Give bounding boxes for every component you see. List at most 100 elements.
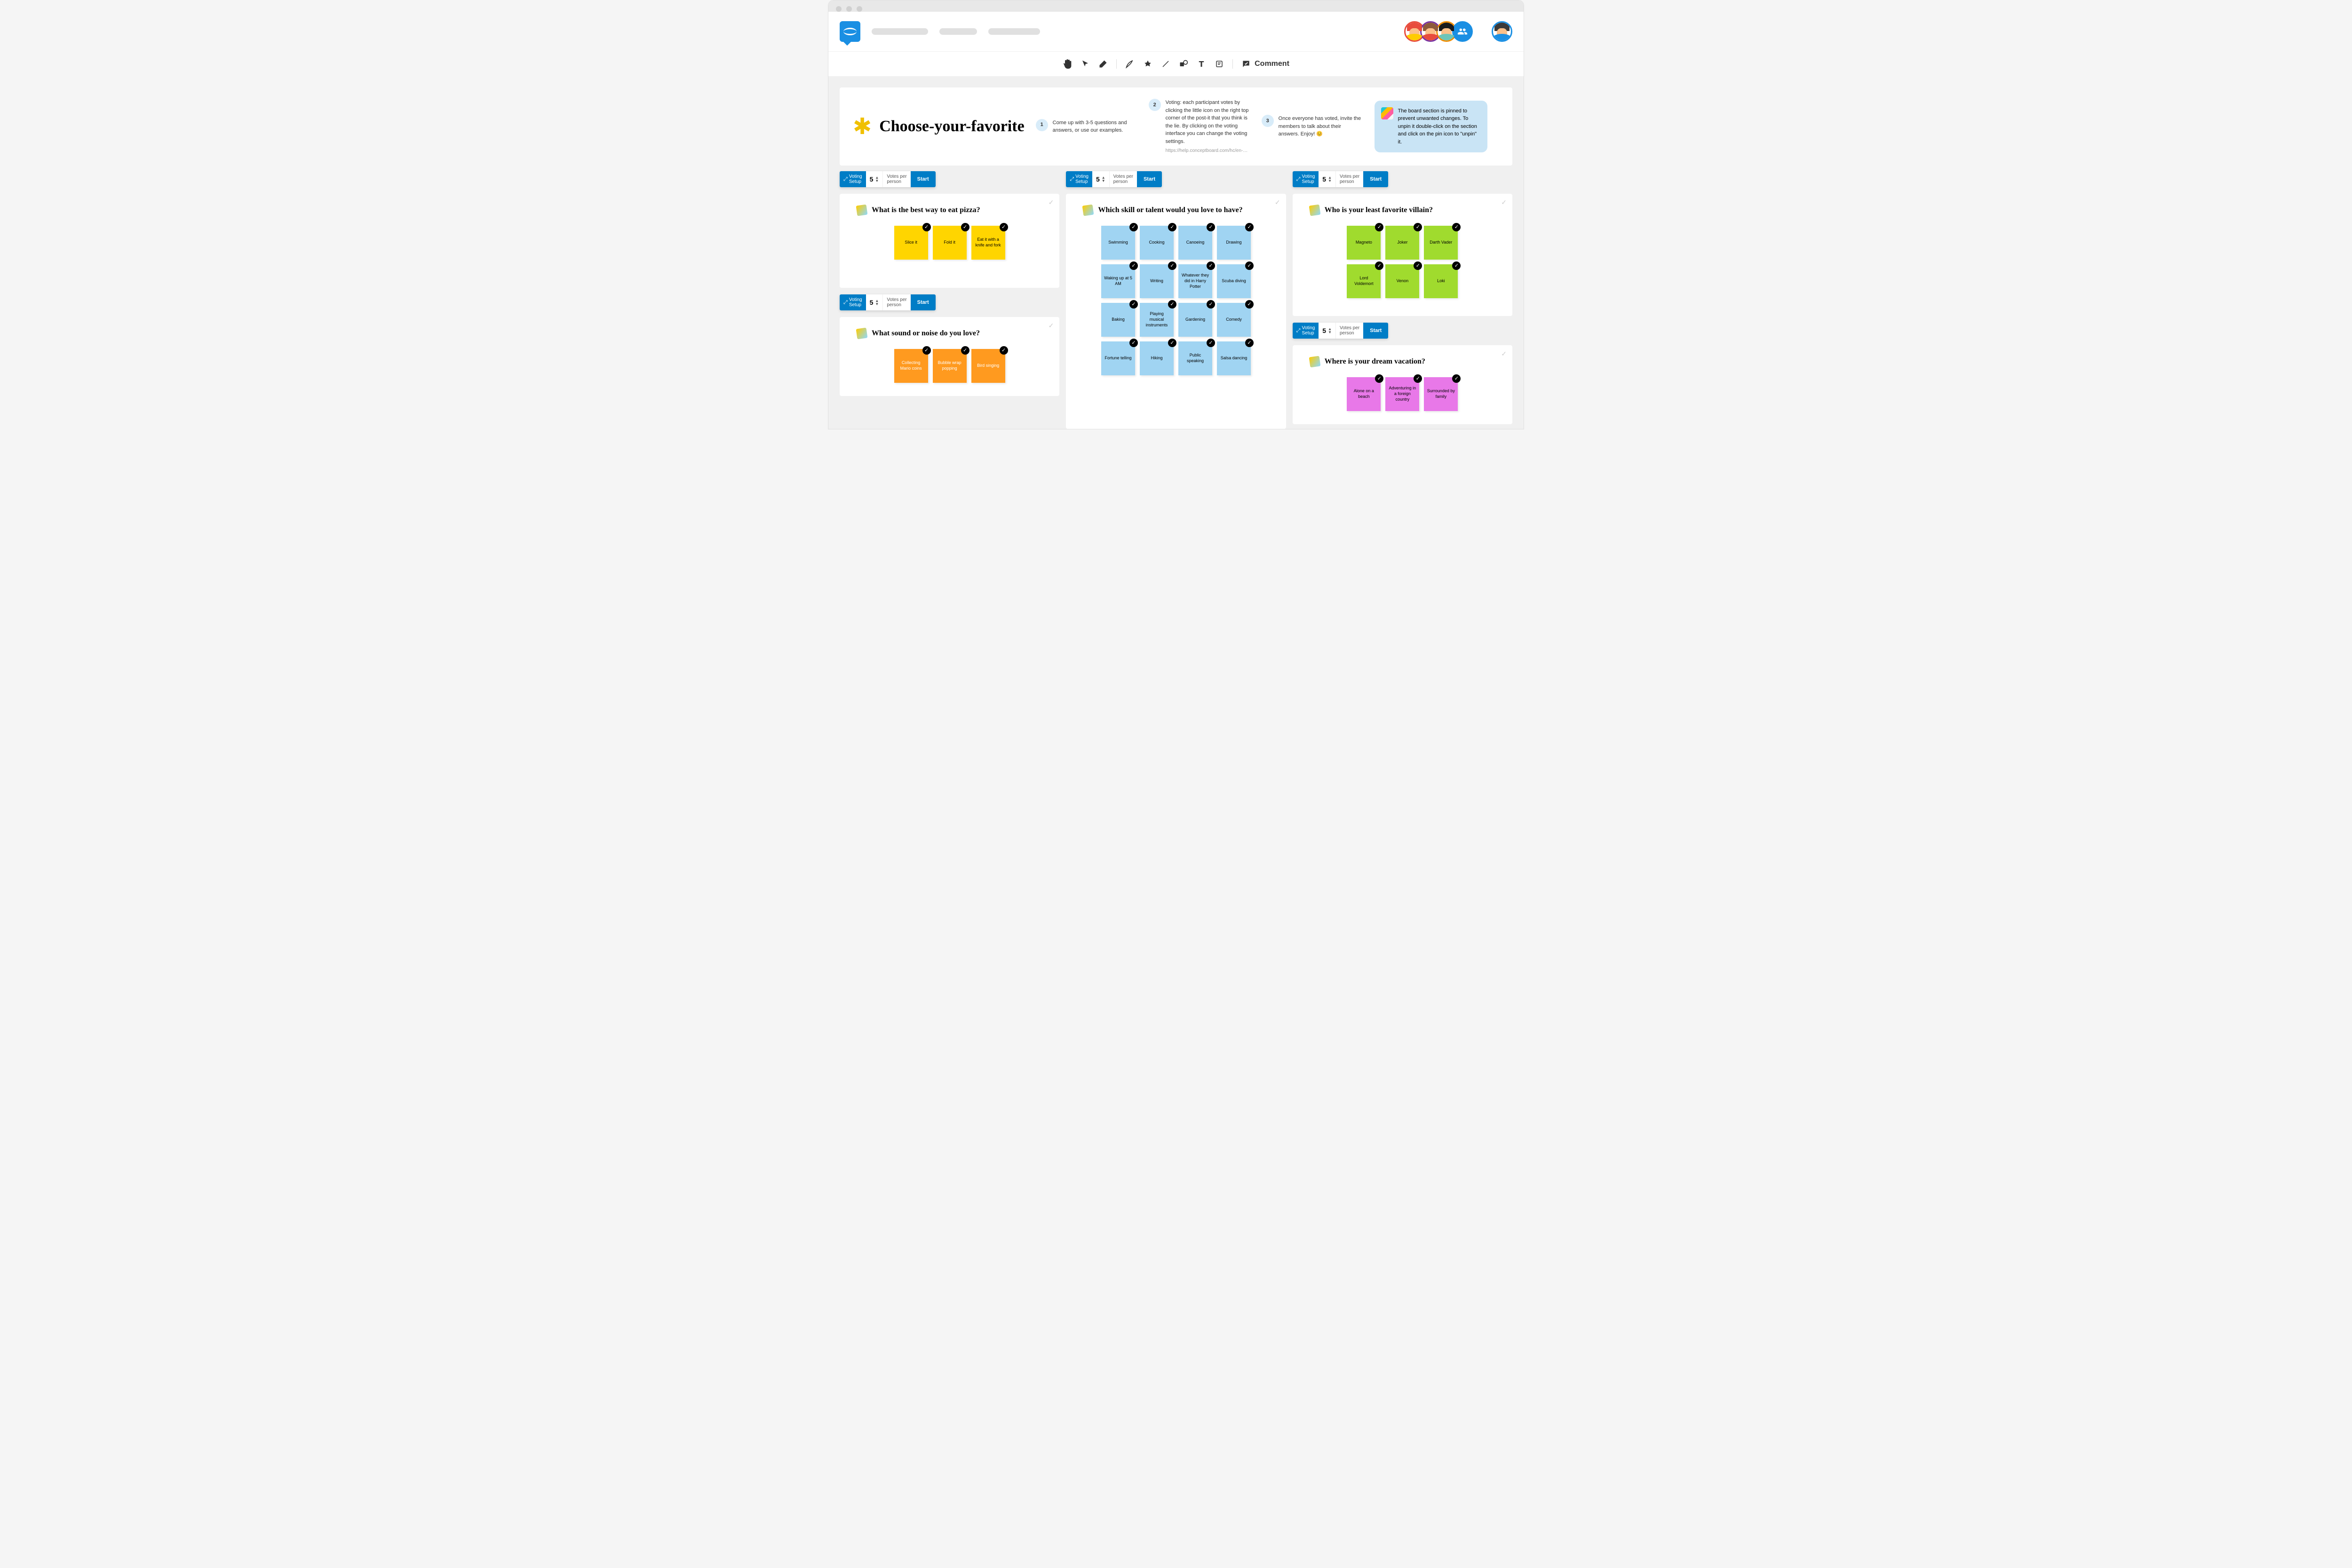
sticky-note[interactable]: Collecting Mario coins✓ — [894, 349, 928, 383]
shape-tool-icon[interactable] — [1179, 59, 1188, 69]
vote-check-icon[interactable]: ✓ — [1452, 223, 1461, 231]
section-check-icon[interactable]: ✓ — [1049, 322, 1054, 330]
question-section-pizza[interactable]: ✓ What is the best way to eat pizza? Sli… — [840, 194, 1059, 288]
vote-check-icon[interactable]: ✓ — [1129, 300, 1138, 309]
vote-check-icon[interactable]: ✓ — [1414, 374, 1422, 383]
sticky-note[interactable]: Alone on a beach✓ — [1347, 377, 1381, 411]
voting-setup-button[interactable]: ⤢ Voting Setup — [840, 294, 866, 310]
start-voting-button[interactable]: Start — [1137, 171, 1162, 187]
vote-check-icon[interactable]: ✓ — [1414, 223, 1422, 231]
vote-check-icon[interactable]: ✓ — [1452, 374, 1461, 383]
vote-check-icon[interactable]: ✓ — [1207, 300, 1215, 309]
sticky-note[interactable]: Playing musical instruments✓ — [1140, 303, 1174, 337]
vote-check-icon[interactable]: ✓ — [1168, 223, 1176, 231]
vote-check-icon[interactable]: ✓ — [961, 223, 969, 231]
vote-check-icon[interactable]: ✓ — [1168, 261, 1176, 270]
user-avatar[interactable] — [1436, 21, 1457, 42]
sticky-note[interactable]: Lord Voldemort✓ — [1347, 264, 1381, 298]
sticky-note[interactable]: Darth Vader✓ — [1424, 226, 1458, 260]
sticky-note[interactable]: Canoeing✓ — [1178, 226, 1212, 260]
current-user-avatar[interactable] — [1492, 21, 1512, 42]
sticky-note[interactable]: Comedy✓ — [1217, 303, 1251, 337]
start-voting-button[interactable]: Start — [911, 294, 936, 310]
sticky-note[interactable]: Salsa dancing✓ — [1217, 341, 1251, 375]
vote-check-icon[interactable]: ✓ — [1207, 339, 1215, 347]
vote-stepper[interactable]: ▲▼ — [1102, 176, 1105, 182]
sticky-note[interactable]: Baking✓ — [1101, 303, 1135, 337]
start-voting-button[interactable]: Start — [911, 171, 936, 187]
text-tool-icon[interactable] — [1197, 59, 1206, 69]
vote-check-icon[interactable]: ✓ — [1207, 223, 1215, 231]
sticky-note[interactable]: Eat it with a knife and fork✓ — [971, 226, 1005, 260]
vote-check-icon[interactable]: ✓ — [922, 346, 931, 355]
vote-check-icon[interactable]: ✓ — [1375, 223, 1383, 231]
vote-check-icon[interactable]: ✓ — [1000, 223, 1008, 231]
vote-check-icon[interactable]: ✓ — [961, 346, 969, 355]
voting-setup-button[interactable]: ⤢ Voting Setup — [1293, 171, 1319, 187]
sticky-note[interactable]: Surrounded by family✓ — [1424, 377, 1458, 411]
vote-check-icon[interactable]: ✓ — [1375, 374, 1383, 383]
sticky-note[interactable]: Hiking✓ — [1140, 341, 1174, 375]
section-check-icon[interactable]: ✓ — [1275, 198, 1280, 206]
pen-tool-icon[interactable] — [1125, 59, 1135, 69]
eraser-tool-icon[interactable] — [1098, 59, 1108, 69]
pointer-tool-icon[interactable] — [1081, 59, 1090, 69]
sticky-note[interactable]: Whatever they did in Harry Potter✓ — [1178, 264, 1212, 298]
canvas[interactable]: ✱ Choose-your-favorite 1 Come up with 3-… — [828, 76, 1524, 429]
vote-check-icon[interactable]: ✓ — [1414, 261, 1422, 270]
vote-stepper[interactable]: ▲▼ — [1328, 327, 1332, 334]
sticky-note[interactable]: Waking up at 5 AM✓ — [1101, 264, 1135, 298]
start-voting-button[interactable]: Start — [1363, 323, 1388, 339]
sticky-note[interactable]: Slice it✓ — [894, 226, 928, 260]
start-voting-button[interactable]: Start — [1363, 171, 1388, 187]
voting-setup-button[interactable]: ⤢ Voting Setup — [1293, 323, 1319, 339]
vote-check-icon[interactable]: ✓ — [922, 223, 931, 231]
voting-setup-button[interactable]: ⤢ Voting Setup — [840, 171, 866, 187]
vote-stepper[interactable]: ▲▼ — [1328, 176, 1332, 182]
comment-tool[interactable]: Comment — [1241, 59, 1289, 69]
sticky-note[interactable]: Bird singing✓ — [971, 349, 1005, 383]
note-tool-icon[interactable] — [1215, 59, 1224, 69]
sticky-note[interactable]: Fold it✓ — [933, 226, 967, 260]
sticky-note[interactable]: Gardening✓ — [1178, 303, 1212, 337]
vote-check-icon[interactable]: ✓ — [1207, 261, 1215, 270]
question-section-vacation[interactable]: ✓ Where is your dream vacation? Alone on… — [1293, 345, 1512, 424]
section-check-icon[interactable]: ✓ — [1049, 198, 1054, 206]
vote-check-icon[interactable]: ✓ — [1452, 261, 1461, 270]
sticky-note[interactable]: Joker✓ — [1385, 226, 1419, 260]
vote-check-icon[interactable]: ✓ — [1168, 300, 1176, 309]
sticky-note[interactable]: Loki✓ — [1424, 264, 1458, 298]
vote-check-icon[interactable]: ✓ — [1245, 300, 1254, 309]
window-dot[interactable] — [846, 6, 852, 12]
vote-check-icon[interactable]: ✓ — [1000, 346, 1008, 355]
window-dot[interactable] — [836, 6, 842, 12]
vote-check-icon[interactable]: ✓ — [1129, 339, 1138, 347]
vote-check-icon[interactable]: ✓ — [1129, 223, 1138, 231]
vote-stepper[interactable]: ▲▼ — [875, 176, 879, 182]
sticky-note[interactable]: Fortune telling✓ — [1101, 341, 1135, 375]
help-link[interactable]: https://help.conceptboard.com/hc/en-us/.… — [1166, 147, 1250, 154]
question-section-sound[interactable]: ✓ What sound or noise do you love? Colle… — [840, 317, 1059, 396]
voting-setup-button[interactable]: ⤢ Voting Setup — [1066, 171, 1092, 187]
window-dot[interactable] — [857, 6, 862, 12]
section-check-icon[interactable]: ✓ — [1501, 350, 1507, 358]
sticky-note[interactable]: Public speaking✓ — [1178, 341, 1212, 375]
vote-check-icon[interactable]: ✓ — [1375, 261, 1383, 270]
vote-check-icon[interactable]: ✓ — [1245, 261, 1254, 270]
sticky-note[interactable]: Venon✓ — [1385, 264, 1419, 298]
sticky-note[interactable]: Bubble wrap popping✓ — [933, 349, 967, 383]
marker-tool-icon[interactable] — [1143, 59, 1152, 69]
vote-check-icon[interactable]: ✓ — [1245, 339, 1254, 347]
sticky-note[interactable]: Adventuring in a foreign country✓ — [1385, 377, 1419, 411]
line-tool-icon[interactable] — [1161, 59, 1170, 69]
question-section-skill[interactable]: ✓ Which skill or talent would you love t… — [1066, 194, 1286, 429]
vote-check-icon[interactable]: ✓ — [1168, 339, 1176, 347]
vote-stepper[interactable]: ▲▼ — [875, 299, 879, 306]
vote-check-icon[interactable]: ✓ — [1245, 223, 1254, 231]
app-logo[interactable] — [840, 21, 860, 42]
question-section-villain[interactable]: ✓ Who is your least favorite villain? Ma… — [1293, 194, 1512, 316]
sticky-note[interactable]: Cooking✓ — [1140, 226, 1174, 260]
sticky-note[interactable]: Swimming✓ — [1101, 226, 1135, 260]
section-check-icon[interactable]: ✓ — [1501, 198, 1507, 206]
vote-check-icon[interactable]: ✓ — [1129, 261, 1138, 270]
